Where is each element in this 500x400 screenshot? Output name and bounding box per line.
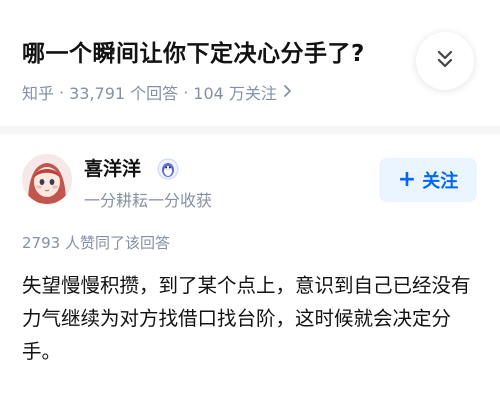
chevron-right-icon bbox=[283, 83, 292, 102]
followers-count: 104 万关注 bbox=[193, 84, 277, 103]
follow-label: 关注 bbox=[422, 171, 459, 192]
author-bio: 一分耕耘一分收获 bbox=[84, 191, 213, 210]
question-header: 哪一个瞬间让你下定决心分手了? 知乎 · 33,791 个回答 · 104 万关… bbox=[0, 0, 500, 126]
section-divider bbox=[0, 126, 500, 134]
collapse-button[interactable] bbox=[416, 32, 474, 90]
meta-separator: · bbox=[183, 82, 189, 102]
double-chevron-down-icon bbox=[436, 49, 454, 73]
question-title[interactable]: 哪一个瞬间让你下定决心分手了? bbox=[22, 34, 365, 68]
penguin-badge-icon bbox=[157, 158, 179, 180]
author-name[interactable]: 喜洋洋 bbox=[84, 154, 141, 181]
vote-count: 2793 人赞同了该回答 bbox=[22, 234, 170, 252]
meta-separator: · bbox=[59, 82, 65, 102]
answers-count: 33,791 个回答 bbox=[69, 84, 179, 103]
avatar[interactable] bbox=[22, 154, 72, 204]
plus-icon: + bbox=[397, 167, 417, 192]
answer-card: 喜洋洋 一分耕耘一分收获 + 关注 2793 人赞同了该回答 失望慢慢积攒，到了… bbox=[0, 134, 500, 400]
follow-button[interactable]: + 关注 bbox=[379, 158, 477, 202]
question-meta[interactable]: 知乎 · 33,791 个回答 · 104 万关注 bbox=[22, 80, 292, 104]
source-label: 知乎 bbox=[22, 84, 55, 103]
answer-content[interactable]: 失望慢慢积攒，到了某个点上，意识到自己已经没有力气继续为对方找借口找台阶，这时候… bbox=[22, 269, 482, 368]
